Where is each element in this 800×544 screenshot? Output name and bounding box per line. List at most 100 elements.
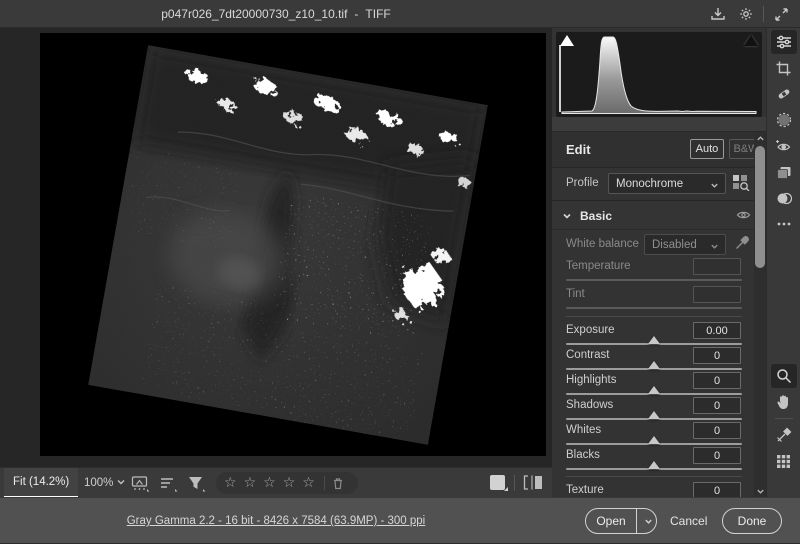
highlight-clipping-indicator-icon[interactable] [744, 35, 758, 46]
section-divider [566, 476, 742, 477]
zoom-100-tab[interactable]: 100% [76, 468, 121, 498]
profile-dropdown[interactable]: Monochrome [608, 173, 726, 194]
slider-track [566, 307, 742, 309]
slider-label: Blacks [566, 449, 600, 461]
scroll-up-icon[interactable] [754, 132, 766, 144]
slider-thumb[interactable] [648, 336, 660, 344]
shadow-clipping-indicator-icon[interactable] [560, 35, 574, 46]
slider-label: Highlights [566, 374, 617, 386]
slider-thumb[interactable] [648, 386, 660, 394]
slider-track[interactable] [566, 443, 742, 445]
slider-track[interactable] [566, 468, 742, 470]
edit-sliders-tool[interactable] [771, 30, 797, 54]
star-2-icon[interactable]: ☆ [244, 476, 257, 490]
slider-value-input[interactable]: 0 [693, 372, 741, 389]
edit-panel-title: Edit [566, 142, 591, 157]
save-icon[interactable] [707, 3, 729, 25]
zoom-100-label: 100% [84, 477, 113, 489]
status-bar: Gray Gamma 2.2 - 16 bit - 8426 x 7584 (6… [0, 497, 800, 543]
auto-button[interactable]: Auto [690, 139, 724, 159]
slider-thumb[interactable] [648, 361, 660, 369]
sampler-tool[interactable] [771, 423, 797, 447]
scrollbar-thumb[interactable] [755, 146, 765, 268]
white-balance-eyedropper-icon[interactable] [734, 235, 750, 251]
masking-tool[interactable] [771, 108, 797, 132]
slider-track[interactable] [566, 368, 742, 370]
slider-track [566, 279, 742, 281]
gear-icon[interactable] [735, 3, 757, 25]
zoom-menu-chevron-icon[interactable] [116, 477, 128, 489]
open-button-label: Open [582, 514, 635, 528]
section-visibility-eye-icon[interactable] [736, 209, 751, 221]
white-balance-dropdown[interactable]: Disabled [644, 234, 726, 255]
filmstrip-icon[interactable] [128, 472, 152, 494]
white-balance-value: Disabled [652, 239, 697, 251]
star-5-icon[interactable]: ☆ [302, 476, 315, 490]
open-options-chevron-icon[interactable] [636, 509, 660, 533]
sort-order-icon[interactable] [156, 472, 180, 494]
snapshots-tool[interactable] [771, 186, 797, 210]
slider-value-input[interactable]: 0 [693, 347, 741, 364]
slider-thumb[interactable] [648, 461, 660, 469]
basic-controls: White balance Disabled Temperature Tint [552, 230, 754, 497]
toggle-fullscreen-icon[interactable] [770, 3, 792, 25]
slider-label: Shadows [566, 399, 613, 411]
edit-panel: Edit Auto B&W Profile Monochrome Basic [552, 28, 766, 497]
basic-section-header[interactable]: Basic [552, 201, 766, 230]
slider-label: Temperature [566, 260, 631, 272]
cancel-button-label: Cancel [670, 514, 707, 528]
slider-label: Contrast [566, 349, 609, 361]
profile-value: Monochrome [616, 178, 683, 190]
basic-section-label: Basic [580, 209, 612, 223]
fit-zoom-tab[interactable]: Fit (14.2%) [4, 468, 78, 498]
slider-exposure: Exposure 0.00 [552, 322, 754, 346]
tools-column [766, 28, 800, 497]
star-1-icon[interactable]: ☆ [224, 476, 237, 490]
slider-value-input[interactable]: 0 [693, 422, 741, 439]
slider-track[interactable] [566, 393, 742, 395]
presets-tool[interactable] [771, 160, 797, 184]
star-rating: ☆ ☆ ☆ ☆ ☆ [216, 472, 358, 494]
scroll-down-icon[interactable] [754, 485, 766, 497]
collapse-chevron-icon[interactable] [562, 211, 572, 221]
slider-label: Tint [566, 288, 585, 300]
heal-tool[interactable] [771, 82, 797, 106]
slider-texture: Texture 0 [552, 482, 754, 497]
before-after-view-icon[interactable] [522, 474, 544, 491]
slider-tint: Tint [552, 286, 754, 310]
slider-thumb[interactable] [648, 411, 660, 419]
crop-tool[interactable] [771, 56, 797, 80]
filter-icon[interactable] [184, 472, 208, 494]
cancel-button[interactable]: Cancel [662, 508, 715, 534]
slider-value-input[interactable]: 0 [693, 482, 741, 497]
slider-value-input[interactable]: 0.00 [693, 322, 741, 339]
image-viewer [0, 28, 552, 467]
zoom-tool[interactable] [771, 364, 797, 388]
view-toolbar: Fit (14.2%) 100% ☆ ☆ ☆ ☆ ☆ [0, 467, 552, 497]
white-balance-row: White balance Disabled [552, 232, 754, 258]
panel-scrollbar[interactable] [754, 132, 766, 497]
slider-whites: Whites 0 [552, 422, 754, 446]
workflow-options-link[interactable]: Gray Gamma 2.2 - 16 bit - 8426 x 7584 (6… [0, 498, 552, 544]
title-bar: p047r026_7dt20000730_z10_10.tif - TIFF [0, 0, 800, 28]
trash-icon[interactable] [332, 477, 344, 490]
red-eye-tool[interactable] [771, 134, 797, 158]
hand-tool[interactable] [771, 390, 797, 414]
star-3-icon[interactable]: ☆ [263, 476, 276, 490]
profile-browser-icon[interactable] [732, 174, 752, 192]
preview-canvas[interactable] [40, 33, 546, 456]
slider-track[interactable] [566, 343, 742, 345]
slider-value-input[interactable]: 0 [693, 447, 741, 464]
profile-chevron-icon [710, 181, 719, 190]
slider-thumb[interactable] [648, 436, 660, 444]
grid-overlay-tool[interactable] [771, 449, 797, 473]
star-4-icon[interactable]: ☆ [283, 476, 296, 490]
open-button[interactable]: Open [585, 508, 657, 534]
slider-contrast: Contrast 0 [552, 347, 754, 371]
slider-track[interactable] [566, 418, 742, 420]
slider-value-input[interactable]: 0 [693, 397, 741, 414]
histogram[interactable] [556, 32, 762, 117]
preview-toggle-icon[interactable] [490, 475, 505, 490]
done-button[interactable]: Done [722, 508, 782, 534]
more-tools-icon[interactable] [771, 212, 797, 236]
